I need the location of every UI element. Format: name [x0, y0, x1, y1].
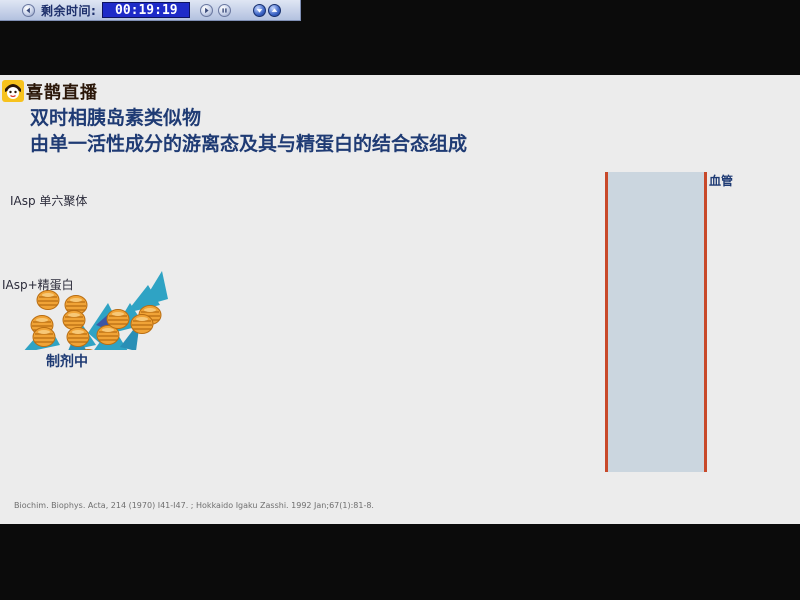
rewind-icon[interactable]	[22, 3, 35, 17]
timer-display: 00:19:19	[102, 2, 191, 18]
slide-title-line-1: 双时相胰岛素类似物	[30, 107, 202, 129]
brand-logo: 喜鹊直播	[2, 78, 98, 103]
citation: Biochim. Biophys. Acta, 214 (1970) I41-I…	[14, 501, 374, 510]
preparation-label: 制剂中	[46, 354, 88, 370]
slide-title-line-2: 由单一活性成分的游离态及其与精蛋白的结合态组成	[30, 133, 468, 155]
chevron-down-icon[interactable]	[253, 3, 267, 17]
magpie-mascot-icon	[2, 79, 24, 102]
blood-vessel-label: 血管	[709, 174, 734, 188]
player-toolbar: 剩余时间: 00:19:19	[0, 0, 301, 21]
blood-vessel	[605, 172, 707, 472]
hexamer-label: IAsp 单六聚体	[10, 194, 88, 208]
play-icon[interactable]	[200, 3, 214, 17]
protamine-label: IAsp+精蛋白	[2, 278, 74, 292]
slide: 喜鹊直播 双时相胰岛素类似物 由单一活性成分的游离态及其与精蛋白的结合态组成 I…	[0, 75, 800, 524]
remaining-time-label: 剩余时间:	[41, 3, 97, 18]
chevron-up-icon[interactable]	[268, 3, 282, 17]
brand-logo-text: 喜鹊直播	[26, 83, 98, 103]
pause-icon[interactable]	[218, 3, 232, 17]
